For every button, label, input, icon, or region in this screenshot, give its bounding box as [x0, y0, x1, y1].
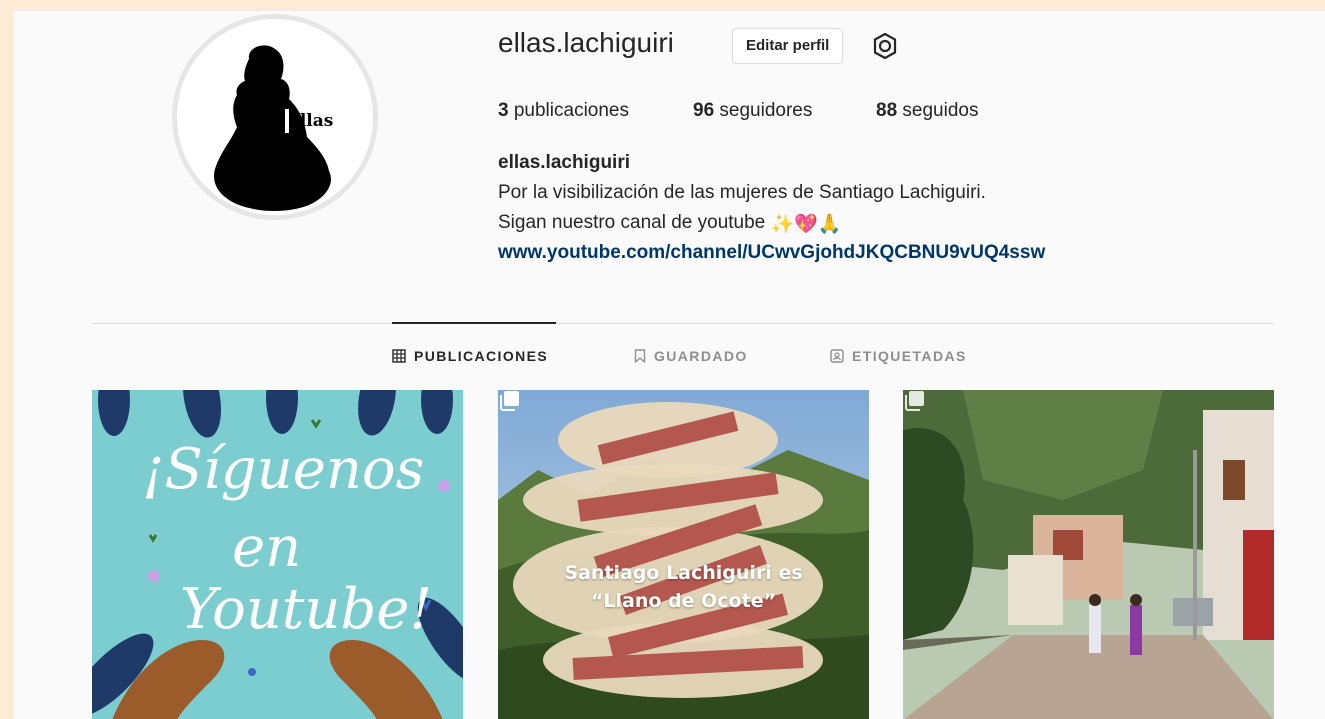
following-count-label: seguidos [897, 100, 979, 121]
post-tile-3[interactable] [903, 390, 1274, 719]
post-image-llano-de-ocote [498, 390, 869, 719]
bookmark-icon [634, 349, 646, 363]
post-1-line-3: Youtube! [180, 577, 432, 642]
followers-count-label: seguidores [714, 100, 813, 121]
following-count[interactable]: 88 seguidos [876, 100, 978, 122]
avatar-image: ellas [177, 19, 373, 215]
tabs-divider [92, 323, 1274, 324]
post-1-line-2: en [232, 515, 302, 580]
profile-page: ellas ellas.lachiguiri Editar perfil 3 p… [14, 10, 1325, 719]
tab-label: PUBLICACIONES [414, 348, 549, 364]
bio-line-2: Sigan nuestro canal de youtube ✨💖🙏 [498, 212, 842, 236]
tab-label: ETIQUETADAS [852, 348, 967, 364]
bio-line-2-text: Sigan nuestro canal de youtube [498, 212, 771, 233]
grid-icon [392, 349, 406, 363]
edit-profile-button[interactable]: Editar perfil [732, 28, 844, 64]
gear-icon[interactable] [870, 31, 900, 61]
avatar-text: ellas [289, 111, 333, 131]
multiple-photos-icon [905, 391, 924, 411]
tab-publicaciones[interactable]: PUBLICACIONES [392, 348, 548, 364]
posts-count-label: publicaciones [508, 100, 629, 121]
username: ellas.lachiguiri [498, 27, 674, 58]
post-2-line-2: “Llano de Ocote” [590, 590, 777, 612]
followers-count-value: 96 [693, 100, 715, 121]
posts-count: 3 publicaciones [498, 100, 629, 122]
tab-etiquetadas[interactable]: ETIQUETADAS [830, 348, 967, 364]
sparkle-heart-pray-emoji-icon: ✨💖🙏 [770, 214, 842, 235]
profile-avatar[interactable]: ellas [172, 14, 378, 220]
tagged-icon [830, 349, 844, 363]
window-top-strip [0, 0, 1325, 10]
bio-link[interactable]: www.youtube.com/channel/UCwvGjohdJKQCBNU… [498, 242, 1045, 264]
posts-count-value: 3 [498, 100, 509, 121]
post-image-village-street [903, 390, 1274, 719]
post-1-line-1: ¡Síguenos [142, 437, 425, 502]
tab-guardado[interactable]: GUARDADO [634, 348, 748, 364]
followers-count[interactable]: 96 seguidores [693, 100, 812, 122]
following-count-value: 88 [876, 100, 898, 121]
post-tile-2[interactable]: Santiago Lachiguiri es “Llano de Ocote” [498, 390, 869, 719]
active-tab-indicator [392, 322, 556, 324]
post-tile-1[interactable]: ¡Síguenos en Youtube! [92, 390, 463, 719]
multiple-photos-icon [500, 391, 519, 411]
bio-name: ellas.lachiguiri [498, 152, 630, 173]
post-2-line-1: Santiago Lachiguiri es [564, 562, 803, 584]
bio-line-1: Por la visibilización de las mujeres de … [498, 182, 986, 203]
tab-label: GUARDADO [654, 348, 748, 364]
